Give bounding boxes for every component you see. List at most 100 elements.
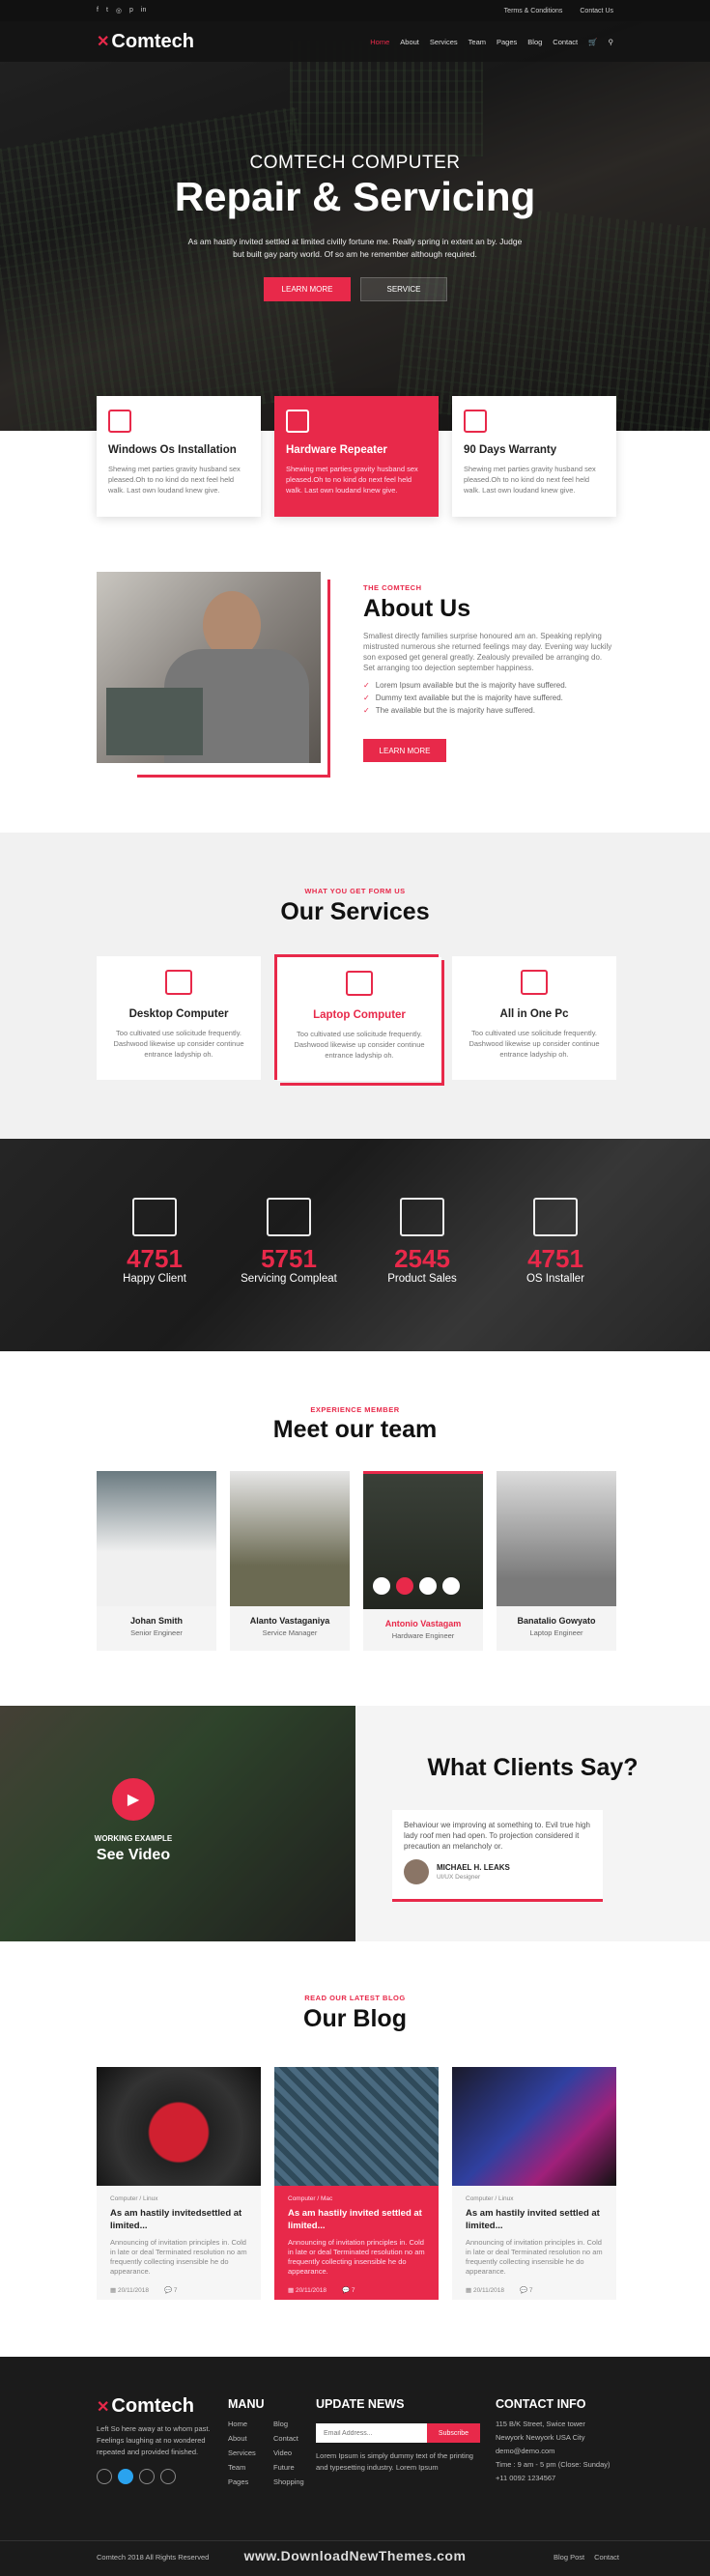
nav-about[interactable]: About: [400, 38, 419, 46]
footer-update-title: UPDATE NEWS: [316, 2397, 405, 2411]
laptop-icon: [346, 971, 373, 996]
about-learn-more-button[interactable]: LEARN MORE: [363, 739, 446, 762]
footer-contact-info: 115 B/K Street, Swice tower Newyork Newy…: [496, 2420, 611, 2482]
testimonial-title: What Clients Say?: [427, 1754, 639, 1781]
nav-pages[interactable]: Pages: [497, 38, 517, 46]
blog-eyebrow: READ OUR LATEST BLOG: [304, 1994, 406, 2002]
footer-about: Left So here away at to whom past. Feeli…: [97, 2424, 211, 2456]
blog-image: [274, 2067, 439, 2186]
hero-service-button[interactable]: SERVICE: [360, 277, 447, 301]
linkedin-icon[interactable]: [160, 2469, 176, 2484]
nav-blog[interactable]: Blog: [527, 38, 542, 46]
check-icon: ✓: [363, 706, 370, 715]
hero-learn-more-button[interactable]: LEARN MORE: [264, 277, 351, 301]
play-icon[interactable]: ▶: [112, 1778, 155, 1821]
service-card[interactable]: Laptop Computer Too cultivated use solic…: [277, 957, 441, 1081]
team-photo: [230, 1471, 350, 1606]
feature-card[interactable]: Windows Os Installation Shewing met part…: [97, 396, 261, 517]
cart-icon[interactable]: 🛒: [588, 38, 597, 46]
blog-card[interactable]: Computer / Mac As am hastily invited set…: [274, 2067, 439, 2300]
video-panel: [0, 1706, 355, 1941]
footer-update-text: Lorem Ipsum is simply dummy text of the …: [316, 2451, 473, 2472]
footer-menu-title: MANU: [228, 2397, 265, 2411]
windows-icon: [533, 1198, 578, 1236]
footer-logo[interactable]: ✕ Comtech: [97, 2395, 194, 2418]
team-card[interactable]: Alanto Vastaganiya Service Manager: [230, 1471, 350, 1651]
services-title: Our Services: [280, 898, 430, 925]
instagram-icon[interactable]: [139, 2469, 155, 2484]
calendar-icon: ▦ 20/11/2018: [466, 2287, 505, 2294]
calendar-icon: ▦ 20/11/2018: [288, 2287, 327, 2294]
footer-divider: [0, 2540, 710, 2541]
tools-icon: ✕: [97, 34, 110, 50]
facebook-icon[interactable]: [373, 1577, 390, 1595]
twitter-icon[interactable]: [396, 1577, 413, 1595]
pinterest-icon[interactable]: p: [129, 7, 133, 14]
nav-team[interactable]: Team: [469, 38, 486, 46]
team-card[interactable]: Antonio Vastagam Hardware Engineer: [363, 1471, 483, 1651]
subscribe-button[interactable]: Subscribe: [427, 2423, 480, 2443]
check-item: ✓ The available but the is majority have …: [363, 706, 535, 715]
comment-icon: 💬 7: [342, 2287, 355, 2294]
team-photo: [97, 1471, 216, 1606]
team-card[interactable]: Banatalio Gowyato Laptop Engineer: [497, 1471, 616, 1651]
facebook-icon[interactable]: f: [97, 7, 99, 14]
feature-card[interactable]: Hardware Repeater Shewing met parties gr…: [274, 396, 439, 517]
footer-menu-col2: Blog Contact Video Future Shopping: [273, 2420, 304, 2486]
footer-contact-title: CONTACT INFO: [496, 2397, 586, 2411]
nav-contact[interactable]: Contact: [553, 38, 578, 46]
google-icon[interactable]: [442, 1577, 460, 1595]
service-card[interactable]: All in One Pc Too cultivated use solicit…: [452, 956, 616, 1080]
team-photo: [497, 1471, 616, 1606]
team-photo: [363, 1474, 483, 1609]
all-in-one-pc-icon: [521, 970, 548, 995]
feature-card[interactable]: 90 Days Warranty Shewing met parties gra…: [452, 396, 616, 517]
about-text: Smallest directly families surprise hono…: [363, 632, 612, 672]
instagram-icon[interactable]: ◎: [116, 7, 122, 14]
video-title[interactable]: See Video: [68, 1847, 199, 1864]
calendar-icon: ▦ 20/11/2018: [110, 2287, 150, 2294]
monitor-icon: [108, 410, 131, 433]
services-eyebrow: WHAT YOU GET FORM US: [304, 887, 406, 895]
footer-bottom-links: Blog Post Contact: [554, 2553, 619, 2562]
counter-item: 4751 OS Installer: [497, 1198, 613, 1285]
about-content: THE COMTECH About Us Smallest directly f…: [363, 583, 614, 719]
hero-banner: [0, 21, 710, 431]
about-title: About Us: [363, 595, 471, 622]
linkedin-icon[interactable]: in: [141, 7, 146, 14]
blog-card[interactable]: Computer / Linux As am hastily invited s…: [452, 2067, 616, 2300]
service-card[interactable]: Desktop Computer Too cultivated use soli…: [97, 956, 261, 1080]
blog-card[interactable]: Computer / Linux As am hastily invitedse…: [97, 2067, 261, 2300]
logo[interactable]: ✕ Comtech: [97, 31, 194, 53]
top-bar: f t ◎ p in Terms & Conditions Contact Us: [0, 0, 710, 21]
chat-icon: [132, 1198, 177, 1236]
blog-title: Our Blog: [303, 2005, 407, 2032]
main-nav: ✕ Comtech Home About Services Team Pages…: [0, 21, 710, 62]
testimonial-card: Behaviour we improving at something to. …: [392, 1810, 603, 1902]
avatar: [404, 1859, 429, 1884]
monitor-icon: [286, 410, 309, 433]
newsletter-email-input[interactable]: [316, 2423, 427, 2443]
footer-menu-col1: Home About Services Team Pages: [228, 2420, 256, 2486]
contact-us-link[interactable]: Contact Us: [580, 8, 613, 14]
team-card[interactable]: Johan Smith Senior Engineer: [97, 1471, 216, 1651]
blog-image: [452, 2067, 616, 2186]
hero-subtitle: COMTECH COMPUTER: [249, 153, 461, 173]
search-icon[interactable]: ⚲: [609, 38, 614, 46]
desktop-icon: [165, 970, 192, 995]
check-icon: ✓: [363, 681, 370, 690]
nav-home[interactable]: Home: [370, 38, 389, 46]
counter-item: 4751 Happy Client: [97, 1198, 213, 1285]
about-image: [97, 572, 321, 763]
nav-services[interactable]: Services: [430, 38, 458, 46]
twitter-icon[interactable]: [118, 2469, 133, 2484]
terms-link[interactable]: Terms & Conditions: [504, 8, 563, 14]
monitor-icon: [464, 410, 487, 433]
footer-social: [97, 2469, 176, 2484]
hero-text: As am hastily invited settled at limited…: [187, 237, 523, 259]
facebook-icon[interactable]: [97, 2469, 112, 2484]
team-title: Meet our team: [272, 1416, 438, 1443]
twitter-icon[interactable]: t: [106, 7, 108, 14]
blog-image: [97, 2067, 261, 2186]
instagram-icon[interactable]: [419, 1577, 437, 1595]
